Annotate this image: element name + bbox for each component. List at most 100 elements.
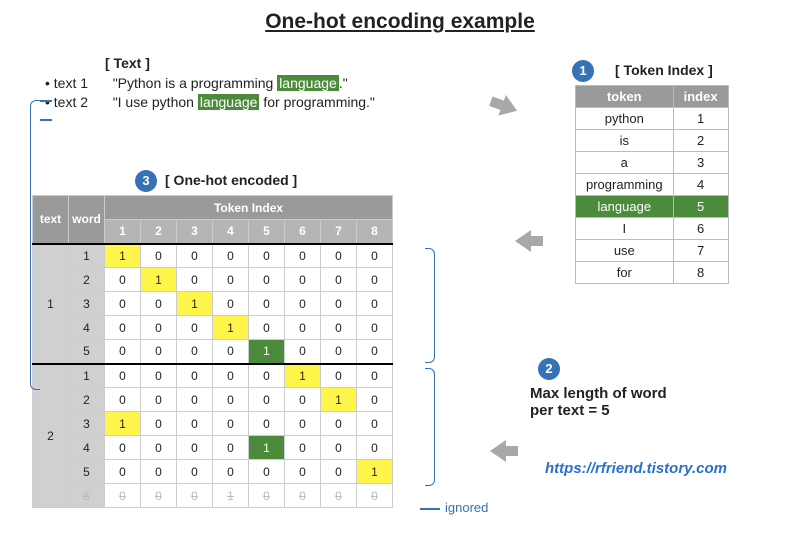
onehot-cell: 0 <box>213 460 249 484</box>
onehot-cell: 0 <box>141 388 177 412</box>
onehot-idx-col: 6 <box>285 220 321 244</box>
onehot-cell: 0 <box>321 364 357 388</box>
onehot-cell: 0 <box>357 268 393 292</box>
onehot-cell: 0 <box>357 340 393 364</box>
onehot-cell: 1 <box>177 292 213 316</box>
onehot-cell: 0 <box>213 436 249 460</box>
onehot-row: 201000000 <box>33 268 393 292</box>
onehot-row: 200000010 <box>33 388 393 412</box>
onehot-cell: 0 <box>249 292 285 316</box>
onehot-cell: 0 <box>105 388 141 412</box>
onehot-col-word: word <box>69 196 105 244</box>
onehot-cell: 0 <box>357 412 393 436</box>
token-index-row: use7 <box>576 240 729 262</box>
onehot-cell: 0 <box>357 436 393 460</box>
onehot-cell: 0 <box>105 436 141 460</box>
token-cell: use <box>576 240 674 262</box>
index-cell: 3 <box>673 152 728 174</box>
onehot-word-num: 6 <box>69 484 105 508</box>
onehot-cell: 0 <box>141 364 177 388</box>
onehot-cell: 0 <box>357 292 393 316</box>
onehot-cell: 0 <box>285 340 321 364</box>
onehot-cell: 0 <box>249 460 285 484</box>
onehot-cell: 0 <box>357 364 393 388</box>
index-cell: 2 <box>673 130 728 152</box>
token-index-col-token: token <box>576 86 674 108</box>
onehot-cell: 0 <box>177 244 213 268</box>
onehot-cell: 1 <box>213 316 249 340</box>
onehot-cell: 0 <box>213 244 249 268</box>
onehot-cell: 0 <box>141 460 177 484</box>
onehot-cell: 0 <box>141 484 177 508</box>
onehot-idx-col: 2 <box>141 220 177 244</box>
onehot-cell: 0 <box>213 388 249 412</box>
onehot-cell: 0 <box>177 316 213 340</box>
onehot-cell: 0 <box>213 412 249 436</box>
onehot-cell: 0 <box>249 484 285 508</box>
maxlen-line1: Max length of word <box>530 385 667 402</box>
text-row-2-prefix: "I use python <box>113 94 198 110</box>
onehot-cell: 0 <box>285 460 321 484</box>
onehot-word-num: 1 <box>69 244 105 268</box>
onehot-cell: 0 <box>357 316 393 340</box>
index-cell: 6 <box>673 218 728 240</box>
index-cell: 5 <box>673 196 728 218</box>
token-index-col-index: index <box>673 86 728 108</box>
onehot-cell: 0 <box>105 484 141 508</box>
onehot-cell: 1 <box>141 268 177 292</box>
token-index-row: is2 <box>576 130 729 152</box>
onehot-cell: 0 <box>249 388 285 412</box>
onehot-word-num: 5 <box>69 460 105 484</box>
token-index-row: a3 <box>576 152 729 174</box>
onehot-word-num: 2 <box>69 268 105 292</box>
onehot-cell: 0 <box>213 292 249 316</box>
index-cell: 4 <box>673 174 728 196</box>
index-cell: 1 <box>673 108 728 130</box>
token-index-row: I6 <box>576 218 729 240</box>
onehot-cell: 0 <box>249 244 285 268</box>
onehot-cell: 0 <box>285 484 321 508</box>
page-title: One-hot encoding example <box>0 10 800 34</box>
text-row-1: • text 1 "Python is a programming langua… <box>45 75 375 91</box>
onehot-cell: 1 <box>321 388 357 412</box>
onehot-cell: 1 <box>213 484 249 508</box>
step-3-badge: 3 <box>135 170 157 192</box>
onehot-word-num: 2 <box>69 388 105 412</box>
text-row-2-highlight: language <box>198 94 260 110</box>
index-cell: 7 <box>673 240 728 262</box>
onehot-cell: 0 <box>141 292 177 316</box>
text-row-2-suffix: for programming." <box>259 94 374 110</box>
onehot-cell: 0 <box>285 436 321 460</box>
text-row-1-highlight: language <box>277 75 339 91</box>
onehot-cell: 0 <box>285 244 321 268</box>
onehot-cell: 0 <box>141 244 177 268</box>
onehot-cell: 0 <box>177 436 213 460</box>
onehot-cell: 0 <box>285 388 321 412</box>
maxlen-line2: per text = 5 <box>530 402 610 419</box>
onehot-cell: 0 <box>357 388 393 412</box>
onehot-cell: 0 <box>105 340 141 364</box>
onehot-idx-col: 4 <box>213 220 249 244</box>
text-row-1-label: text 1 <box>54 75 109 91</box>
text-row-2: • text 2 "I use python language for prog… <box>45 94 375 110</box>
step-2-badge: 2 <box>538 358 560 380</box>
onehot-word-num: 3 <box>69 292 105 316</box>
brace-text2-rows <box>425 368 435 486</box>
onehot-word-num: 3 <box>69 412 105 436</box>
onehot-cell: 0 <box>285 412 321 436</box>
arrow-maxlen <box>490 440 518 462</box>
onehot-word-num: 5 <box>69 340 105 364</box>
onehot-cell: 1 <box>249 340 285 364</box>
onehot-row: 300100000 <box>33 292 393 316</box>
token-index-row: programming4 <box>576 174 729 196</box>
onehot-cell: 1 <box>357 460 393 484</box>
brace-text1-rows <box>425 248 435 363</box>
text-section-header: [ Text ] <box>105 55 375 71</box>
onehot-cell: 0 <box>141 436 177 460</box>
onehot-cell: 0 <box>249 316 285 340</box>
onehot-cell: 0 <box>213 268 249 292</box>
source-url: https://rfriend.tistory.com <box>545 460 727 477</box>
onehot-idx-col: 7 <box>321 220 357 244</box>
onehot-cell: 0 <box>105 292 141 316</box>
onehot-header: [ One-hot encoded ] <box>165 172 297 188</box>
